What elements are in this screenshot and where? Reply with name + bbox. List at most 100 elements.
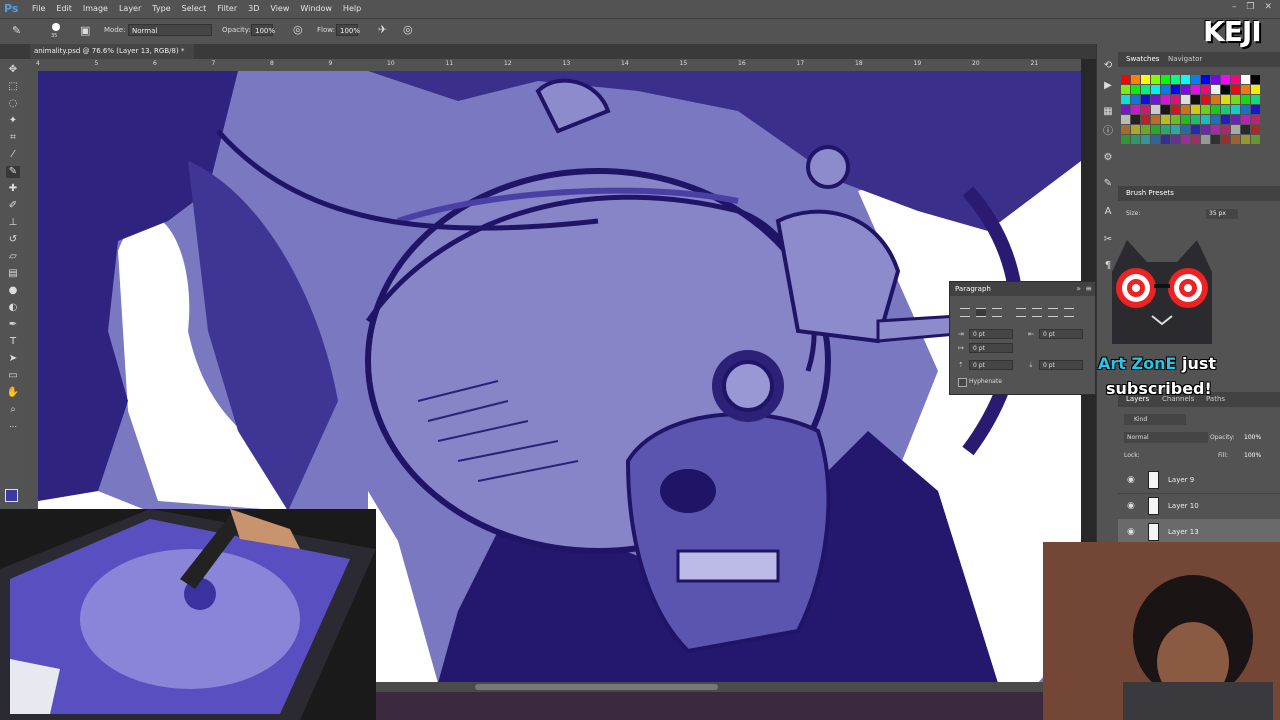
menu-file[interactable]: File: [32, 4, 45, 13]
tab-brush-presets[interactable]: Brush Presets: [1126, 189, 1174, 197]
swatch-cell[interactable]: [1201, 95, 1210, 104]
eraser-tool-icon[interactable]: ▱: [6, 251, 20, 263]
foreground-color-swatch[interactable]: [5, 489, 18, 502]
tab-navigator[interactable]: Navigator: [1168, 55, 1202, 63]
swatch-cell[interactable]: [1141, 135, 1150, 144]
history-icon[interactable]: ⟲: [1102, 60, 1114, 72]
swatch-cell[interactable]: [1171, 95, 1180, 104]
layer-blend-mode-select[interactable]: Normal: [1124, 432, 1208, 443]
swatch-cell[interactable]: [1161, 95, 1170, 104]
swatch-cell[interactable]: [1251, 75, 1260, 84]
swatch-cell[interactable]: [1171, 75, 1180, 84]
swatch-cell[interactable]: [1241, 115, 1250, 124]
swatch-cell[interactable]: [1191, 115, 1200, 124]
more-tools-icon[interactable]: ⋯: [6, 421, 20, 433]
swatch-cell[interactable]: [1151, 95, 1160, 104]
swatch-cell[interactable]: [1191, 95, 1200, 104]
swatch-cell[interactable]: [1251, 95, 1260, 104]
swatch-cell[interactable]: [1211, 85, 1220, 94]
swatch-cell[interactable]: [1151, 115, 1160, 124]
scrollbar-thumb[interactable]: [475, 684, 718, 690]
swatch-cell[interactable]: [1201, 105, 1210, 114]
swatch-cell[interactable]: [1231, 125, 1240, 134]
flow-input[interactable]: 100%: [336, 24, 360, 36]
swatch-cell[interactable]: [1191, 85, 1200, 94]
swatch-cell[interactable]: [1231, 135, 1240, 144]
shape-tool-icon[interactable]: ▭: [6, 370, 20, 382]
menu-3d[interactable]: 3D: [248, 4, 259, 13]
swatch-cell[interactable]: [1181, 105, 1190, 114]
lasso-tool-icon[interactable]: ◌: [6, 98, 20, 110]
swatch-cell[interactable]: [1171, 135, 1180, 144]
pressure-opacity-icon[interactable]: ◎: [293, 23, 303, 36]
blur-tool-icon[interactable]: ●: [6, 285, 20, 297]
justify-left-icon[interactable]: [1016, 308, 1026, 317]
swatch-cell[interactable]: [1231, 105, 1240, 114]
swatch-cell[interactable]: [1251, 115, 1260, 124]
swatch-cell[interactable]: [1201, 75, 1210, 84]
swatch-cell[interactable]: [1151, 105, 1160, 114]
swatch-cell[interactable]: [1241, 135, 1250, 144]
swatch-cell[interactable]: [1151, 75, 1160, 84]
swatch-cell[interactable]: [1181, 135, 1190, 144]
opacity-input[interactable]: 100%: [251, 24, 275, 36]
swatch-cell[interactable]: [1121, 105, 1130, 114]
justify-all-icon[interactable]: [1064, 308, 1074, 317]
eyedropper-tool-icon[interactable]: ⁄: [6, 149, 20, 161]
swatch-cell[interactable]: [1191, 135, 1200, 144]
swatch-cell[interactable]: [1181, 95, 1190, 104]
swatch-cell[interactable]: [1221, 135, 1230, 144]
menu-view[interactable]: View: [270, 4, 289, 13]
justify-center-icon[interactable]: [1032, 308, 1042, 317]
space-before-input[interactable]: 0 pt: [969, 360, 1013, 370]
swatch-cell[interactable]: [1131, 85, 1140, 94]
swatch-cell[interactable]: [1211, 135, 1220, 144]
hand-tool-icon[interactable]: ✋: [6, 387, 20, 399]
brush-preset-picker[interactable]: [50, 21, 62, 33]
align-left-icon[interactable]: [960, 308, 970, 317]
swatch-cell[interactable]: [1191, 125, 1200, 134]
swatch-cell[interactable]: [1201, 135, 1210, 144]
adjustments-icon[interactable]: ⚙: [1102, 152, 1114, 164]
swatch-cell[interactable]: [1221, 105, 1230, 114]
swatch-cell[interactable]: [1141, 125, 1150, 134]
swatch-cell[interactable]: [1121, 95, 1130, 104]
swatch-cell[interactable]: [1241, 75, 1250, 84]
swatch-cell[interactable]: [1201, 85, 1210, 94]
swatch-cell[interactable]: [1121, 125, 1130, 134]
swatch-cell[interactable]: [1161, 75, 1170, 84]
menu-select[interactable]: Select: [182, 4, 207, 13]
brush-panel-icon[interactable]: ✎: [1102, 178, 1114, 190]
restore-icon[interactable]: ❐: [1246, 2, 1254, 12]
swatch-cell[interactable]: [1201, 125, 1210, 134]
visibility-eye-icon[interactable]: ◉: [1127, 475, 1135, 485]
history-brush-tool-icon[interactable]: ↺: [6, 234, 20, 246]
brush-size-input[interactable]: 35 px: [1206, 209, 1238, 219]
swatch-cell[interactable]: [1151, 85, 1160, 94]
pencil-tool-icon[interactable]: ✐: [6, 200, 20, 212]
close-icon[interactable]: ✕: [1264, 2, 1272, 12]
swatch-cell[interactable]: [1121, 75, 1130, 84]
properties-icon[interactable]: ▦: [1102, 106, 1114, 118]
character-icon[interactable]: A: [1102, 206, 1114, 218]
indent-left-input[interactable]: 0 pt: [969, 329, 1013, 339]
swatch-cell[interactable]: [1171, 115, 1180, 124]
swatch-cell[interactable]: [1231, 115, 1240, 124]
swatch-cell[interactable]: [1221, 95, 1230, 104]
brush-tool-icon[interactable]: ✎: [6, 166, 20, 178]
fill-value[interactable]: 100%: [1244, 452, 1261, 459]
path-select-tool-icon[interactable]: ➤: [6, 353, 20, 365]
swatch-cell[interactable]: [1141, 75, 1150, 84]
first-line-indent-input[interactable]: 0 pt: [969, 343, 1013, 353]
paragraph-panel-title[interactable]: Paragraph: [950, 282, 1095, 296]
healing-brush-tool-icon[interactable]: ✚: [6, 183, 20, 195]
swatch-cell[interactable]: [1231, 75, 1240, 84]
swatch-cell[interactable]: [1241, 105, 1250, 114]
layer-filter-kind[interactable]: Kind: [1124, 414, 1186, 425]
swatch-cell[interactable]: [1211, 125, 1220, 134]
swatch-cell[interactable]: [1171, 105, 1180, 114]
quick-select-tool-icon[interactable]: ✦: [6, 115, 20, 127]
hyphenate-checkbox[interactable]: [958, 378, 967, 387]
mode-select[interactable]: Normal: [128, 24, 212, 36]
swatch-cell[interactable]: [1221, 75, 1230, 84]
